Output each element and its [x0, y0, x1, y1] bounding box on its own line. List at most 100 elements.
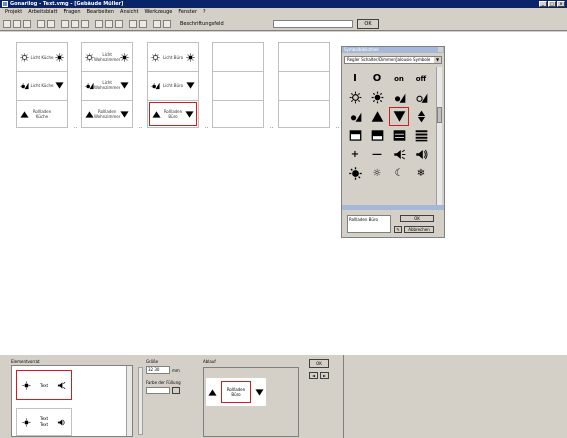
maximize-button[interactable]: □ [548, 1, 556, 7]
fill-color-swatch[interactable] [146, 387, 170, 394]
card-handle[interactable]: .. [336, 124, 339, 130]
next-icon[interactable]: ► [320, 372, 329, 379]
menu-item-fenster[interactable]: Fenster [175, 8, 200, 17]
minus-icon[interactable]: — [367, 145, 387, 164]
chevron-down-icon[interactable]: ▼ [434, 57, 441, 63]
minimize-button[interactable]: _ [539, 1, 547, 7]
save-icon[interactable] [23, 20, 31, 28]
bulb-on-icon [55, 52, 64, 62]
on-text[interactable]: on [389, 69, 409, 88]
element-item-2[interactable]: Text Text [16, 408, 72, 436]
dimmer-up-icon[interactable] [389, 88, 409, 107]
card-cell[interactable]: Licht Büro [149, 45, 197, 69]
size-slider[interactable] [138, 367, 143, 435]
card-4[interactable] [212, 42, 264, 128]
size-input[interactable]: 32 30 [146, 366, 170, 374]
menu-item-bearbeiten[interactable]: Bearbeiten [84, 8, 117, 17]
element-item-1[interactable]: Text [16, 370, 72, 400]
dimmer-icon[interactable] [345, 107, 365, 126]
palette-abort-button[interactable]: Abbrechen [404, 226, 434, 233]
card-2[interactable]: Licht Wohnzimmer Licht Wohnzimmer Rolllade… [81, 42, 133, 128]
blind-open-icon[interactable] [345, 126, 365, 145]
card-cell[interactable] [280, 102, 328, 126]
open-icon[interactable] [13, 20, 21, 28]
new-icon[interactable] [3, 20, 11, 28]
fill-color-button[interactable] [172, 387, 180, 394]
preview-icon[interactable] [47, 20, 55, 28]
blind-closed-icon[interactable] [389, 126, 409, 145]
elements-scrollbar[interactable] [126, 366, 132, 436]
cell-label: Rollladen Küche [32, 109, 52, 119]
palette-scrollbar[interactable] [436, 67, 442, 205]
palette-ok-button[interactable]: OK [400, 215, 434, 222]
moon-icon[interactable]: ☾ [389, 164, 409, 183]
grid-icon[interactable] [95, 20, 103, 28]
card-cell[interactable]: Licht Küche [18, 45, 66, 69]
card-handle[interactable]: .. [74, 124, 77, 130]
card-cell[interactable] [280, 73, 328, 97]
card-cell[interactable]: Licht Wohnzimmer [83, 45, 131, 69]
preview-cell[interactable]: Rollladen Büro [206, 378, 266, 406]
copy-icon[interactable] [71, 20, 79, 28]
card-cell[interactable] [280, 45, 328, 69]
palette-text-field[interactable]: Rollladen Büro [347, 215, 391, 233]
triangle-down-icon[interactable] [389, 107, 409, 126]
menu-item-help[interactable]: ? [200, 8, 209, 17]
previous-icon[interactable]: ◄ [309, 372, 318, 379]
card-cell[interactable]: Rollladen Wohnzimmer [83, 102, 131, 126]
blind-lines-icon[interactable] [411, 126, 431, 145]
card-handle[interactable]: .. [270, 124, 273, 130]
size-label: Größe [146, 359, 159, 364]
card-3[interactable]: Licht Büro Licht Büro Rollladen Büro [147, 42, 199, 128]
menu-item-fragen[interactable]: Fragen [61, 8, 84, 17]
card-cell[interactable] [214, 102, 262, 126]
layout-icon[interactable] [115, 20, 123, 28]
table-icon[interactable] [105, 20, 113, 28]
menu-item-werkzeuge[interactable]: Werkzeuge [142, 8, 176, 17]
menu-item-arbeitsblatt[interactable]: Arbeitsblatt [25, 8, 60, 17]
card-cell[interactable] [214, 73, 262, 97]
snowflake-icon[interactable]: ❄ [411, 164, 431, 183]
print-icon[interactable] [37, 20, 45, 28]
card-cell[interactable]: Rollladen Büro [149, 102, 197, 126]
menu-item-projekt[interactable]: Projekt [2, 8, 25, 17]
palette-close-button[interactable] [438, 47, 443, 52]
bulb-icon[interactable] [345, 88, 365, 107]
image-icon[interactable] [153, 20, 161, 28]
toolbar-ok-button[interactable]: OK [357, 19, 379, 29]
card-cell[interactable]: Licht Wohnzimmer [83, 73, 131, 97]
off-text[interactable]: off [411, 69, 431, 88]
label-field[interactable] [273, 20, 353, 28]
speaker-loud-icon[interactable] [411, 145, 431, 164]
bulb-on-icon[interactable] [367, 88, 387, 107]
dimmer-down-icon[interactable] [411, 88, 431, 107]
card-5[interactable] [278, 42, 330, 128]
card-cell[interactable]: Rollladen Küche [18, 102, 66, 126]
menu-item-ansicht[interactable]: Ansicht [117, 8, 141, 17]
bar-icon[interactable]: I [345, 69, 365, 88]
edit-icon[interactable]: ✎ [394, 226, 402, 233]
symbol-set-select[interactable]: Regler Schalter/Dimmer/Jalousie Symbole … [344, 56, 442, 64]
card-handle[interactable]: .. [205, 124, 208, 130]
circle-icon[interactable]: O [367, 69, 387, 88]
bottom-ok-button[interactable]: OK [309, 359, 329, 368]
card-cell[interactable]: Licht Küche [18, 73, 66, 97]
cell-label: Licht Küche [30, 82, 54, 88]
diamond-icon[interactable] [411, 107, 431, 126]
cut-icon[interactable] [61, 20, 69, 28]
close-button[interactable]: × [557, 1, 565, 7]
speaker-icon[interactable] [389, 145, 409, 164]
blind-half-icon[interactable] [367, 126, 387, 145]
link-icon[interactable] [163, 20, 171, 28]
plus-icon[interactable]: + [345, 145, 365, 164]
card-cell[interactable]: Licht Büro [149, 73, 197, 97]
card-cell[interactable] [214, 45, 262, 69]
sun-icon[interactable]: ☼ [367, 164, 387, 183]
card-1[interactable]: Licht Küche Licht Küche Rollladen Küche [16, 42, 68, 128]
bright-bulb-icon[interactable] [345, 164, 365, 183]
triangle-up-icon[interactable] [367, 107, 387, 126]
settings-icon[interactable] [139, 20, 147, 28]
align-icon[interactable] [129, 20, 137, 28]
paste-icon[interactable] [81, 20, 89, 28]
card-handle[interactable]: .. [139, 124, 142, 130]
